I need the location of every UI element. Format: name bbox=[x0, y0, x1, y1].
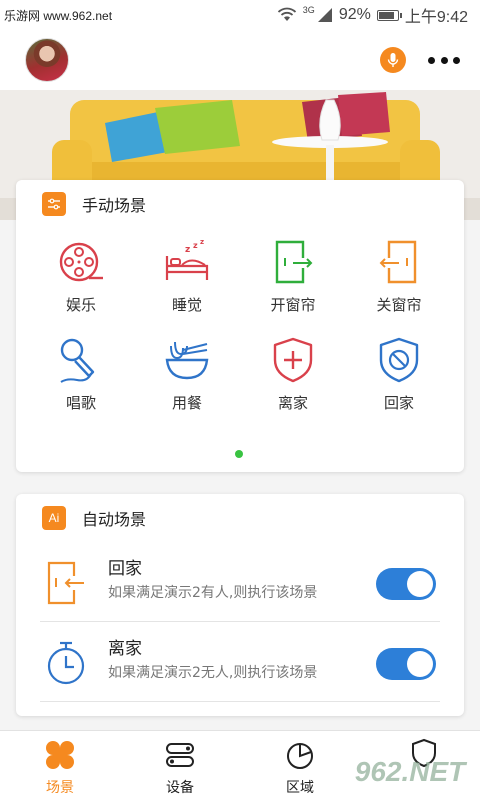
microphone-icon bbox=[60, 338, 95, 383]
scene-leave-home[interactable]: 离家 bbox=[240, 336, 346, 418]
site-watermark: 962.NET bbox=[354, 756, 466, 787]
ai-icon: Ai bbox=[42, 506, 66, 530]
signal-icon bbox=[317, 8, 332, 22]
scene-close-curtain[interactable]: 关窗帘 bbox=[346, 238, 452, 320]
auto-scene-name: 离家 bbox=[108, 639, 142, 659]
film-reel-icon bbox=[59, 242, 103, 282]
page-indicator bbox=[235, 450, 243, 458]
scene-label: 娱乐 bbox=[65, 296, 96, 314]
scene-sing[interactable]: 唱歌 bbox=[28, 336, 134, 418]
scene-return-home[interactable]: 回家 bbox=[346, 336, 452, 418]
pie-region-icon bbox=[287, 743, 313, 769]
scene-grid: 娱乐 z z z 睡觉 开窗帘 关窗帘 唱歌 用餐 离家 回家 bbox=[16, 238, 464, 418]
auto-scene-description: 如果满足演示2有人,则执行该场景 bbox=[108, 585, 318, 601]
scene-dine[interactable]: 用餐 bbox=[134, 336, 240, 418]
nav-label: 设备 bbox=[166, 780, 194, 796]
nav-item-devices[interactable]: 设备 bbox=[140, 739, 220, 797]
wifi-icon bbox=[277, 7, 296, 21]
clover-icon bbox=[46, 741, 74, 769]
auto-scene-row[interactable]: 回家 如果满足演示2有人,则执行该场景 bbox=[40, 544, 440, 622]
scene-open-curtain[interactable]: 开窗帘 bbox=[240, 238, 346, 320]
toggle-knob bbox=[407, 651, 433, 677]
avatar[interactable] bbox=[25, 38, 69, 82]
microphone-icon bbox=[387, 53, 399, 67]
dot-icon bbox=[428, 56, 435, 64]
clock: 上午9:42 bbox=[404, 9, 468, 26]
scene-label: 用餐 bbox=[171, 394, 202, 412]
shield-block-icon bbox=[379, 337, 419, 383]
network-type: 3G bbox=[302, 5, 315, 15]
svg-text:z: z bbox=[200, 238, 204, 246]
shield-plus-icon bbox=[273, 337, 313, 383]
auto-scene-toggle[interactable] bbox=[376, 648, 436, 680]
manual-scenes-card: 手动场景 娱乐 z z z 睡觉 开窗帘 关窗帘 唱歌 用餐 离家 回家 bbox=[16, 180, 464, 472]
scene-label: 开窗帘 bbox=[270, 296, 316, 314]
status-bar: 乐游网 www.962.net 3G 92% 上午9:42 bbox=[0, 0, 480, 30]
more-menu-button[interactable] bbox=[424, 48, 464, 72]
dot-icon bbox=[453, 56, 460, 64]
auto-scene-row[interactable]: 离家 如果满足演示2无人,则执行该场景 bbox=[40, 624, 440, 702]
door-enter-icon bbox=[47, 561, 84, 605]
battery-percent: 92% bbox=[338, 6, 371, 23]
auto-scenes-header: Ai 自动场景 bbox=[42, 506, 146, 530]
auto-scenes-card: Ai 自动场景 回家 如果满足演示2有人,则执行该场景 离家 如果满足演示2无人… bbox=[16, 494, 464, 716]
scene-label: 离家 bbox=[277, 394, 308, 412]
nav-item-areas[interactable]: 区域 bbox=[260, 739, 340, 797]
scene-label: 唱歌 bbox=[65, 394, 96, 412]
timer-icon bbox=[47, 641, 85, 685]
nav-label: 场景 bbox=[46, 780, 74, 796]
toggle-knob bbox=[407, 571, 433, 597]
scene-entertainment[interactable]: 娱乐 bbox=[28, 238, 134, 320]
voice-button[interactable] bbox=[380, 47, 406, 73]
section-title: 手动场景 bbox=[82, 196, 147, 215]
svg-text:z: z bbox=[193, 241, 198, 250]
scene-label: 睡觉 bbox=[171, 296, 202, 314]
battery-icon bbox=[376, 9, 402, 21]
section-title: 自动场景 bbox=[82, 510, 147, 529]
watermark-text: 乐游网 www.962.net bbox=[4, 8, 113, 23]
app-header bbox=[0, 30, 480, 90]
auto-scene-description: 如果满足演示2无人,则执行该场景 bbox=[108, 665, 318, 681]
scene-label: 回家 bbox=[383, 394, 414, 412]
bed-icon: z z z bbox=[165, 238, 209, 280]
status-icons: 3G 92% 上午9:42 bbox=[277, 3, 468, 27]
manual-scenes-header: 手动场景 bbox=[42, 192, 146, 216]
auto-scene-toggle[interactable] bbox=[376, 568, 436, 600]
curtain-open-icon bbox=[275, 240, 313, 284]
scene-label: 关窗帘 bbox=[376, 296, 422, 314]
sliders-icon bbox=[42, 192, 66, 216]
nav-item-scenes[interactable]: 场景 bbox=[20, 739, 100, 797]
scene-sleep[interactable]: z z z 睡觉 bbox=[134, 238, 240, 320]
nav-label: 区域 bbox=[286, 780, 314, 796]
curtain-close-icon bbox=[379, 240, 417, 284]
device-toggle-icon bbox=[166, 743, 194, 767]
auto-scene-name: 回家 bbox=[108, 559, 142, 579]
dot-icon bbox=[440, 56, 448, 64]
svg-text:z: z bbox=[185, 245, 190, 255]
noodle-bowl-icon bbox=[165, 341, 209, 380]
